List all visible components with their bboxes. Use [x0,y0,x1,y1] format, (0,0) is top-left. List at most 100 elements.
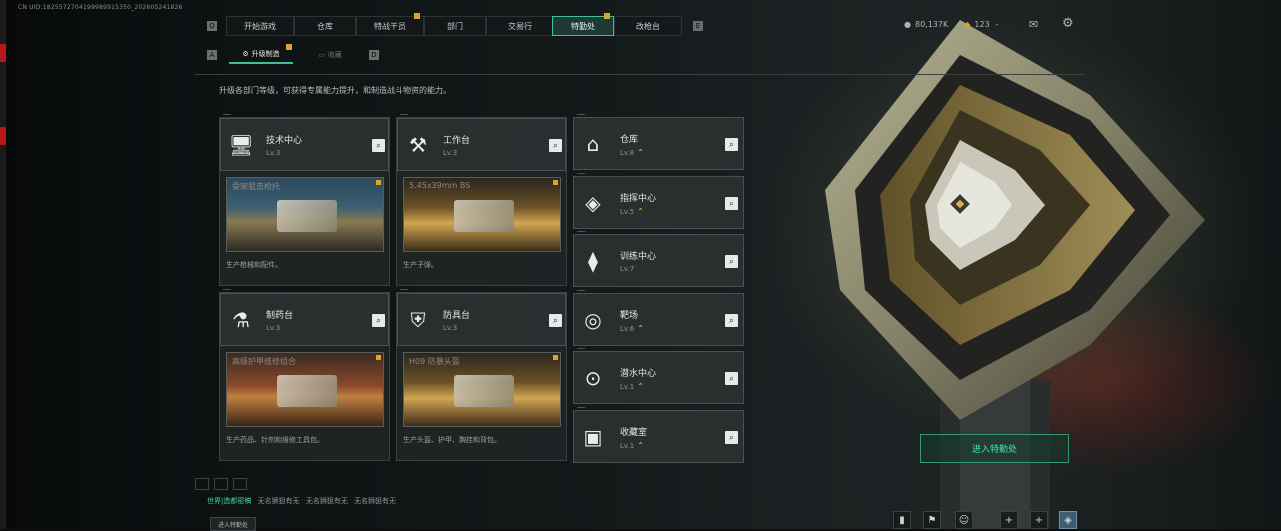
workbench-header[interactable]: ⛨ 防具台 Lv.3 ⌕ [397,293,566,346]
workbench-header[interactable]: ⚗ 制药台 Lv.3 ⌕ [220,293,389,346]
recipe-description: 生产头盔、护甲、胸挂和背包。 [403,436,501,444]
card-tick [577,348,585,349]
coin-icon: ● [904,20,911,29]
world-ticker: 世界|造都密稿 无名狮狙有无 无名狮狙有无 无名狮狙有无 [207,496,396,506]
department-card[interactable]: ◈ 指挥中心 Lv.5 ⌃ ⌕ [573,173,744,229]
armor-icon: ⛨ [410,308,426,332]
card-tick [577,290,585,291]
upgrade-available-icon: ⌃ [637,382,644,391]
recipe-thumbnail[interactable]: H09 防暴头盔 [403,352,561,427]
recipe-title: 高级护甲维修组合 [232,357,296,366]
search-icon[interactable]: ⌕ [725,197,738,210]
nav-tab[interactable]: 特战干员 [356,16,424,36]
department-level: Lv.1 [620,441,635,450]
search-icon[interactable]: ⌕ [725,372,738,385]
department-card[interactable]: ⊙ 潜水中心 Lv.1 ⌃ ⌕ [573,348,744,404]
subtab-next-key[interactable]: D [369,50,379,60]
upgrade-available-icon: ⌃ [637,207,644,216]
nav-tab[interactable]: 改枪台 [614,16,682,36]
department-card[interactable]: ◎ 靶场 Lv.6 ⌃ ⌕ [573,290,744,346]
department-card[interactable]: ⌂ 仓库 Lv.8 ⌃ ⌕ [573,114,744,170]
tools-icon: ⚒ [409,133,427,157]
nav-tab[interactable]: 交易行 [486,16,554,36]
search-icon[interactable]: ⌕ [549,314,562,327]
friends-icon[interactable]: ☺ [955,511,973,529]
page-description: 升级各部门等级，可获得专属能力提升，和制造战斗物资的能力。 [219,86,451,95]
subtab-prev-key[interactable]: A [207,50,217,60]
search-icon[interactable]: ⌕ [725,138,738,151]
nav-tab[interactable]: 仓库 [294,16,356,36]
coin-amount: 80,137K [914,20,949,29]
enter-button-label: 进入特勤处 [971,445,1017,455]
recipe-thumbnail[interactable]: 骨架狙击枪托 [226,177,384,252]
workbench-card[interactable]: ⚗ 制药台 Lv.3 ⌕ 高级护甲维修组合 生产药品、针剂和维修工具包。 [219,289,390,461]
nav-tab[interactable]: 开始游戏 [226,16,294,36]
add-icon[interactable]: + [1000,511,1018,529]
nav-tab[interactable]: 特勤处 [552,16,614,36]
workbench-header[interactable]: 🖥 技术中心 Lv.3 ⌕ [220,118,389,171]
search-icon[interactable]: ⌕ [549,139,562,152]
chat-button-label: 进入特勤处 [217,521,248,529]
department-level: Lv.7 [620,265,635,273]
workbench-name: 技术中心 [266,136,303,146]
notification-badge [376,355,381,360]
search-icon[interactable]: ⌕ [725,314,738,327]
workbench-name: 防具台 [443,311,471,321]
upgrade-available-icon: ⌃ [637,324,644,333]
department-level-row: Lv.6 ⌃ [620,324,644,333]
upgrade-available-icon: ⌃ [637,441,644,450]
dumbbell-icon: ⧫ [588,249,598,273]
department-name: 靶场 [620,311,639,321]
item-image [277,375,337,407]
nav-tab-label: 交易行 [508,21,532,31]
subtab-collection[interactable]: ▭ 收藏 [300,46,360,64]
gear-icon[interactable]: ⚙ [1062,16,1074,31]
department-card[interactable]: ⧫ 训练中心 Lv.7 ⌕ [573,231,744,287]
workbench-card[interactable]: ⛨ 防具台 Lv.3 ⌕ H09 防暴头盔 生产头盔、护甲、胸挂和背包。 [396,289,567,461]
card-tick [400,289,408,290]
subtab-upgrade[interactable]: ⚙ 升级制造 [229,46,293,64]
warehouse-icon: ⌂ [586,132,600,156]
department-name: 训练中心 [620,252,657,262]
department-name: 仓库 [620,135,639,145]
workbench-level: Lv.3 [266,149,281,157]
recipe-thumbnail[interactable]: 高级护甲维修组合 [226,352,384,427]
currency-bar: ● 80,137K ◆ 123 - [904,20,999,29]
recipe-title: H09 防暴头盔 [409,357,460,366]
add-icon[interactable]: + [1030,511,1048,529]
workbench-card[interactable]: ⚒ 工作台 Lv.3 ⌕ 5.45x39mm BS 生产子弹。 [396,114,567,286]
search-icon[interactable]: ⌕ [372,139,385,152]
nav-tab-label: 仓库 [317,21,333,31]
workbench-header[interactable]: ⚒ 工作台 Lv.3 ⌕ [397,118,566,171]
flag-icon[interactable]: ⚑ [923,511,941,529]
monitor-icon: 🖥 [228,133,254,157]
card-tick [577,114,585,115]
stats-icon[interactable]: ▮ [893,511,911,529]
department-name: 潜水中心 [620,369,657,379]
notification-badge [553,355,558,360]
red-marker [0,127,6,145]
mail-icon[interactable]: ✉ [1029,18,1038,31]
nav-next-key[interactable]: E [693,21,703,31]
frame-box [233,478,247,490]
notification-badge [286,44,292,50]
item-image [277,200,337,232]
nav-tab[interactable]: 部门 [424,16,486,36]
card-tick [577,231,585,232]
ticket-icon: ◆ [964,20,971,29]
item-image [454,375,514,407]
department-card[interactable]: ▣ 收藏室 Lv.1 ⌃ ⌕ [573,407,744,463]
workbench-card[interactable]: 🖥 技术中心 Lv.3 ⌕ 骨架狙击枪托 生产枪械和配件。 [219,114,390,286]
card-tick [577,173,585,174]
search-icon[interactable]: ⌕ [725,255,738,268]
frame-box [214,478,228,490]
recipe-description: 生产子弹。 [403,261,438,269]
search-icon[interactable]: ⌕ [372,314,385,327]
nav-prev-key[interactable]: Q [207,21,217,31]
search-icon[interactable]: ⌕ [725,431,738,444]
recipe-thumbnail[interactable]: 5.45x39mm BS [403,177,561,252]
map-icon[interactable]: ◈ [1059,511,1077,529]
department-level-row: Lv.5 ⌃ [620,207,644,216]
department-level-row: Lv.8 ⌃ [620,148,644,157]
enter-special-ops-button[interactable]: 进入特勤处 [920,434,1069,463]
